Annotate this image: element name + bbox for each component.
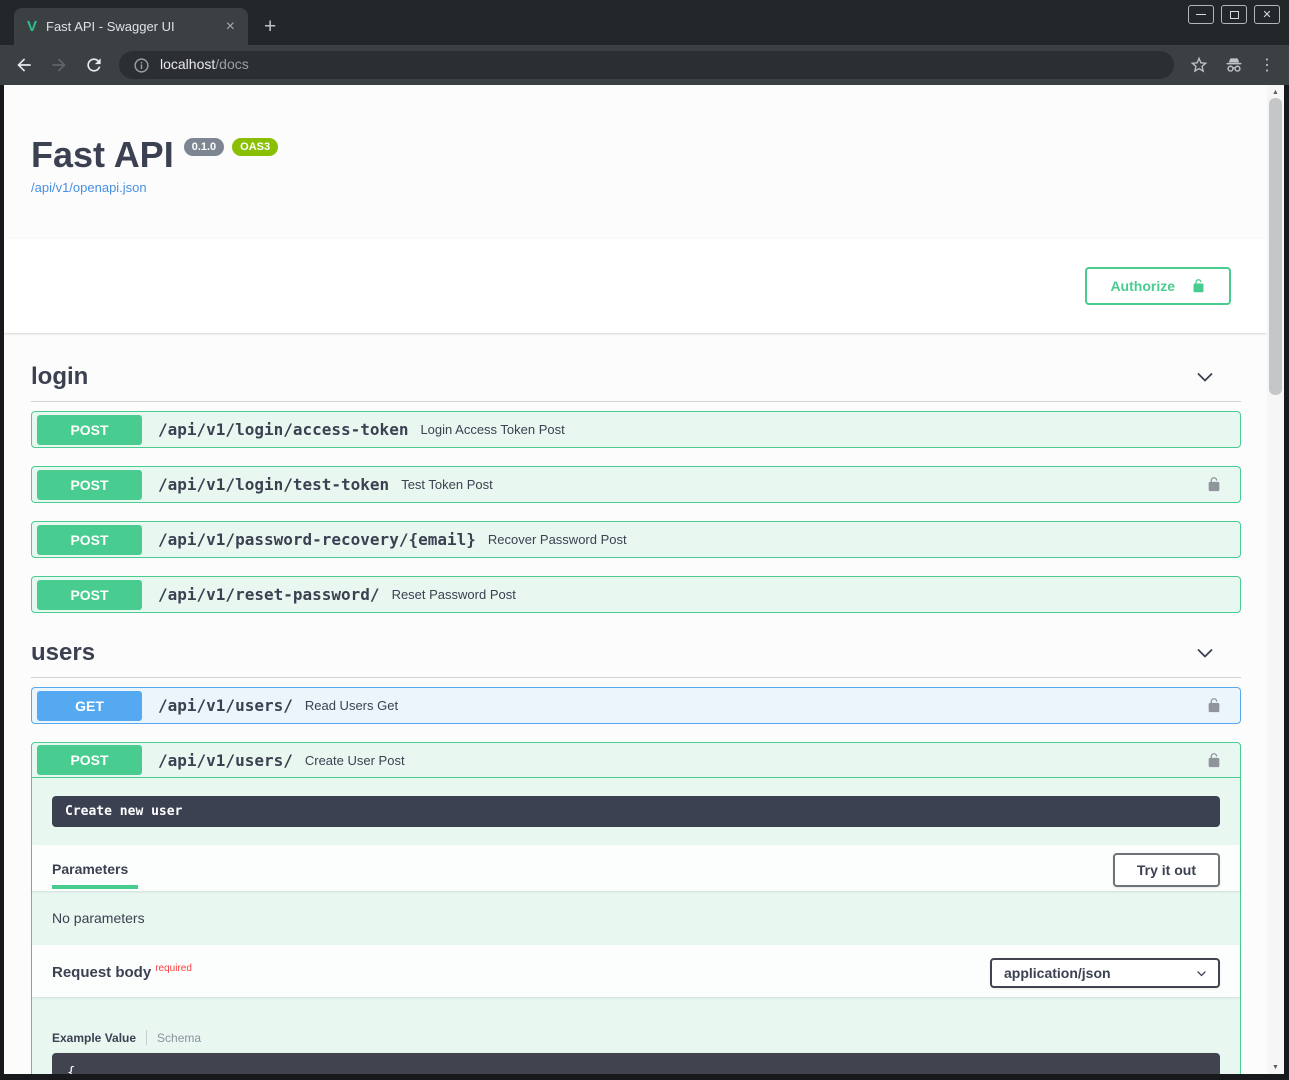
back-icon[interactable] <box>14 55 34 75</box>
url-host: localhost <box>160 56 215 72</box>
method-badge: POST <box>37 745 142 775</box>
browser-tab[interactable]: V Fast API - Swagger UI × <box>14 8 248 45</box>
tag-title: users <box>31 639 95 667</box>
maximize-icon <box>1230 11 1239 19</box>
new-tab-button[interactable]: + <box>264 16 276 37</box>
method-badge: GET <box>37 691 142 721</box>
browser-menu-icon[interactable]: ⋮ <box>1259 58 1275 73</box>
auth-lock-button[interactable] <box>1206 696 1222 715</box>
minimize-icon <box>1196 14 1206 16</box>
endpoint-summary-row[interactable]: POST /api/v1/users/ Create User Post <box>32 743 1240 778</box>
auth-lock-button[interactable] <box>1206 475 1222 494</box>
window-controls: ✕ <box>1188 5 1280 24</box>
url-text: localhost/docs <box>160 56 249 74</box>
chevron-down-icon[interactable] <box>1195 367 1215 387</box>
scroll-down-arrow-icon[interactable]: ▼ <box>1267 1061 1284 1073</box>
openapi-spec-link[interactable]: /api/v1/openapi.json <box>31 180 147 195</box>
version-badge: 0.1.0 <box>184 138 224 156</box>
page-scrollbar[interactable]: ▲ ▼ <box>1267 85 1284 1074</box>
example-area: Example Value Schema { <box>32 997 1240 1074</box>
operations-list: login POST /api/v1/login/access-token Lo… <box>4 333 1267 1074</box>
method-badge: POST <box>37 470 142 500</box>
no-parameters-text: No parameters <box>32 891 1240 945</box>
method-badge: POST <box>37 525 142 555</box>
endpoint-path: /api/v1/users/ <box>158 696 293 715</box>
endpoint-row-expanded: POST /api/v1/users/ Create User Post Cre… <box>31 742 1241 1074</box>
api-info: Fast API 0.1.0 OAS3 /api/v1/openapi.json <box>4 85 1267 197</box>
tag-header-users[interactable]: users <box>31 633 1241 678</box>
url-path: /docs <box>215 56 248 72</box>
tag-title: login <box>31 363 88 391</box>
authorize-button[interactable]: Authorize <box>1085 267 1231 305</box>
reload-icon[interactable] <box>84 55 104 75</box>
tag-section-login: login POST /api/v1/login/access-token Lo… <box>31 357 1241 613</box>
endpoint-path: /api/v1/login/test-token <box>158 475 389 494</box>
close-icon: ✕ <box>1262 8 1271 21</box>
endpoint-path: /api/v1/reset-password/ <box>158 585 380 604</box>
unlocked-padlock-icon <box>1206 696 1222 715</box>
scrollbar-thumb[interactable] <box>1269 98 1282 395</box>
endpoint-path: /api/v1/users/ <box>158 751 293 770</box>
browser-toolbar: localhost/docs ⋮ <box>0 45 1289 85</box>
tab-title: Fast API - Swagger UI <box>46 19 223 34</box>
request-body-header: Request body required application/json <box>32 945 1240 997</box>
endpoint-summary: Login Access Token Post <box>420 422 564 437</box>
chevron-down-icon[interactable] <box>1195 643 1215 663</box>
endpoint-row[interactable]: POST /api/v1/login/test-token Test Token… <box>31 466 1241 503</box>
bookmark-star-icon[interactable] <box>1189 55 1209 75</box>
tab-schema[interactable]: Schema <box>157 1031 201 1045</box>
url-bar[interactable]: localhost/docs <box>119 51 1174 79</box>
endpoint-summary: Recover Password Post <box>488 532 627 547</box>
forward-icon[interactable] <box>49 55 69 75</box>
endpoint-path: /api/v1/login/access-token <box>158 420 408 439</box>
unlocked-padlock-icon <box>1191 277 1206 295</box>
tag-section-users: users GET /api/v1/users/ Read Users Get <box>31 633 1241 1074</box>
close-button[interactable]: ✕ <box>1254 5 1280 24</box>
tag-header-login[interactable]: login <box>31 357 1241 402</box>
page-title: Fast API <box>31 135 174 175</box>
operation-body: Create new user Parameters Try it out No… <box>32 796 1240 1074</box>
incognito-icon <box>1224 55 1244 75</box>
minimize-button[interactable] <box>1188 5 1214 24</box>
endpoint-row[interactable]: POST /api/v1/password-recovery/{email} R… <box>31 521 1241 558</box>
endpoint-row[interactable]: POST /api/v1/login/access-token Login Ac… <box>31 411 1241 448</box>
content-row: Fast API 0.1.0 OAS3 /api/v1/openapi.json… <box>0 85 1289 1080</box>
tab-divider <box>146 1030 147 1045</box>
operation-description: Create new user <box>52 796 1220 827</box>
endpoint-path: /api/v1/password-recovery/{email} <box>158 530 476 549</box>
endpoint-summary: Read Users Get <box>305 698 398 713</box>
browser-window: V Fast API - Swagger UI × + ✕ localhost/… <box>0 0 1289 1080</box>
endpoint-summary: Create User Post <box>305 753 405 768</box>
endpoint-summary: Test Token Post <box>401 477 493 492</box>
browser-titlebar: V Fast API - Swagger UI × + ✕ <box>0 0 1289 45</box>
unlocked-padlock-icon <box>1206 475 1222 494</box>
endpoint-summary: Reset Password Post <box>392 587 516 602</box>
content-type-select[interactable]: application/json <box>990 958 1220 988</box>
tab-parameters[interactable]: Parameters <box>52 851 138 889</box>
scheme-container: Authorize <box>4 239 1267 333</box>
content-type-value: application/json <box>1004 965 1111 981</box>
auth-lock-button[interactable] <box>1206 751 1222 770</box>
request-body-label: Request body <box>52 964 151 981</box>
chevron-down-icon <box>1195 967 1208 980</box>
maximize-button[interactable] <box>1221 5 1247 24</box>
oas3-badge: OAS3 <box>232 138 278 156</box>
try-it-out-button[interactable]: Try it out <box>1113 853 1220 887</box>
example-code-block[interactable]: { <box>52 1053 1220 1074</box>
endpoint-row[interactable]: GET /api/v1/users/ Read Users Get <box>31 687 1241 724</box>
site-info-icon[interactable] <box>133 57 150 74</box>
parameters-header: Parameters Try it out <box>32 845 1240 891</box>
swagger-page: Fast API 0.1.0 OAS3 /api/v1/openapi.json… <box>4 85 1267 1074</box>
tab-close-icon[interactable]: × <box>223 19 238 35</box>
site-favicon-icon: V <box>27 18 37 35</box>
tab-example-value[interactable]: Example Value <box>52 1031 136 1045</box>
method-badge: POST <box>37 415 142 445</box>
required-flag: required <box>155 963 192 974</box>
method-badge: POST <box>37 580 142 610</box>
endpoint-row[interactable]: POST /api/v1/reset-password/ Reset Passw… <box>31 576 1241 613</box>
authorize-label: Authorize <box>1110 278 1175 294</box>
unlocked-padlock-icon <box>1206 751 1222 770</box>
scroll-up-arrow-icon[interactable]: ▲ <box>1267 86 1284 98</box>
